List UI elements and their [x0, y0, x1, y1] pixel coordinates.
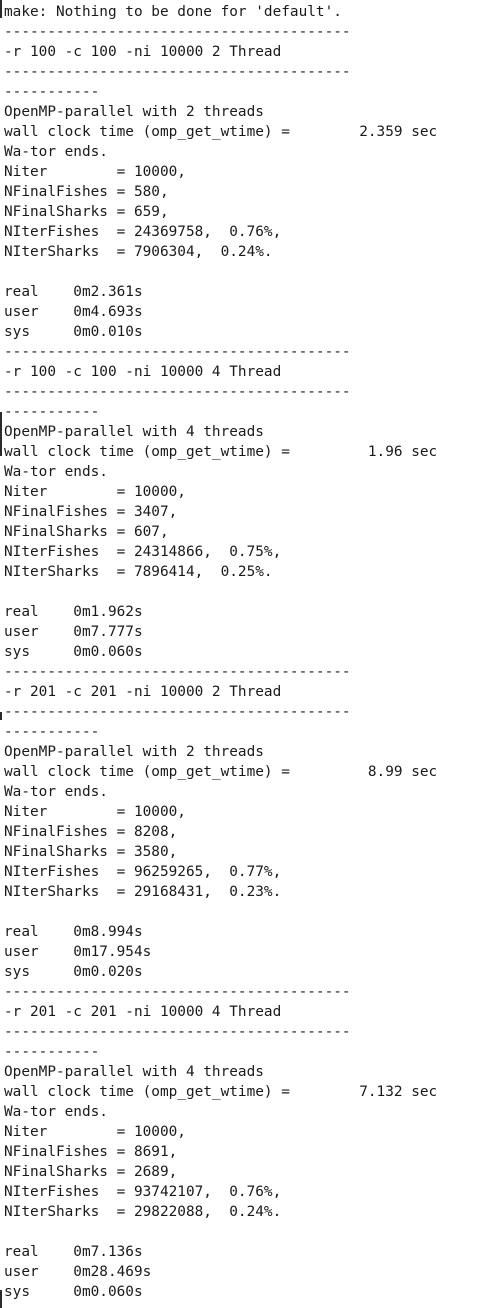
- terminal-line: NIterFishes = 93742107, 0.76%,: [4, 1184, 282, 1200]
- terminal-line: -----------: [4, 404, 100, 420]
- terminal-line: sys 0m0.010s: [4, 324, 143, 340]
- terminal-line: ----------------------------------------: [4, 664, 351, 680]
- terminal-line: NFinalFishes = 8691,: [4, 1144, 178, 1160]
- terminal-line: NFinalSharks = 3580,: [4, 844, 178, 860]
- terminal-line: ----------------------------------------: [4, 344, 351, 360]
- terminal-line: ----------------------------------------: [4, 24, 351, 40]
- terminal-line: OpenMP-parallel with 2 threads: [4, 744, 264, 760]
- terminal-line: Wa-tor ends.: [4, 464, 108, 480]
- terminal-line: real 0m2.361s: [4, 284, 143, 300]
- terminal-line: Wa-tor ends.: [4, 144, 108, 160]
- selection-marker: [0, 1290, 2, 1308]
- terminal-line: real 0m8.994s: [4, 924, 143, 940]
- terminal-line: -----------: [4, 84, 100, 100]
- terminal-line: -r 100 -c 100 -ni 10000 4 Thread: [4, 364, 282, 380]
- terminal-line: Wa-tor ends.: [4, 784, 108, 800]
- terminal-line: -----------: [4, 1044, 100, 1060]
- terminal-window[interactable]: make: Nothing to be done for 'default'. -…: [0, 0, 491, 1308]
- terminal-line: OpenMP-parallel with 2 threads: [4, 104, 264, 120]
- terminal-output: make: Nothing to be done for 'default'. -…: [4, 2, 491, 1302]
- terminal-line: NIterSharks = 7896414, 0.25%.: [4, 564, 273, 580]
- terminal-line: real 0m7.136s: [4, 1244, 143, 1260]
- terminal-line: ----------------------------------------: [4, 704, 351, 720]
- terminal-line: NFinalSharks = 659,: [4, 204, 169, 220]
- terminal-line: -r 201 -c 201 -ni 10000 2 Thread: [4, 684, 282, 700]
- terminal-line: sys 0m0.060s: [4, 644, 143, 660]
- terminal-line: -r 100 -c 100 -ni 10000 2 Thread: [4, 44, 282, 60]
- selection-marker: [0, 712, 2, 720]
- terminal-line: ----------------------------------------: [4, 1024, 351, 1040]
- terminal-line: user 0m17.954s: [4, 944, 152, 960]
- clipped-prompt-line: [4, 1302, 364, 1308]
- terminal-line: user 0m7.777s: [4, 624, 143, 640]
- terminal-line: wall clock time (omp_get_wtime) = 1.96 s…: [4, 444, 438, 460]
- terminal-line: Niter = 10000,: [4, 804, 186, 820]
- terminal-line: NFinalFishes = 580,: [4, 184, 169, 200]
- terminal-line: NIterFishes = 24314866, 0.75%,: [4, 544, 282, 560]
- selection-marker: [0, 412, 2, 456]
- terminal-line: wall clock time (omp_get_wtime) = 8.99 s…: [4, 764, 438, 780]
- terminal-line: Niter = 10000,: [4, 1124, 186, 1140]
- terminal-line: ----------------------------------------: [4, 984, 351, 1000]
- terminal-line: OpenMP-parallel with 4 threads: [4, 1064, 264, 1080]
- terminal-line: Niter = 10000,: [4, 164, 186, 180]
- terminal-line: NFinalSharks = 607,: [4, 524, 169, 540]
- terminal-line: Wa-tor ends.: [4, 1104, 108, 1120]
- terminal-line: NFinalFishes = 8208,: [4, 824, 178, 840]
- terminal-line: NFinalSharks = 2689,: [4, 1164, 178, 1180]
- terminal-line: ----------------------------------------: [4, 384, 351, 400]
- terminal-line: NIterFishes = 24369758, 0.76%,: [4, 224, 282, 240]
- terminal-line: NIterSharks = 29822088, 0.24%.: [4, 1204, 282, 1220]
- terminal-line: ----------------------------------------: [4, 64, 351, 80]
- terminal-line: user 0m28.469s: [4, 1264, 152, 1280]
- terminal-line: real 0m1.962s: [4, 604, 143, 620]
- terminal-line: sys 0m0.020s: [4, 964, 143, 980]
- terminal-line: NIterSharks = 29168431, 0.23%.: [4, 884, 282, 900]
- terminal-line: wall clock time (omp_get_wtime) = 7.132 …: [4, 1084, 438, 1100]
- terminal-line: make: Nothing to be done for 'default'.: [4, 4, 342, 20]
- terminal-line: NIterFishes = 96259265, 0.77%,: [4, 864, 282, 880]
- selection-marker: [0, 0, 2, 18]
- terminal-line: NIterSharks = 7906304, 0.24%.: [4, 244, 273, 260]
- terminal-line: sys 0m0.060s: [4, 1284, 143, 1300]
- terminal-line: -----------: [4, 724, 100, 740]
- terminal-line: OpenMP-parallel with 4 threads: [4, 424, 264, 440]
- terminal-line: wall clock time (omp_get_wtime) = 2.359 …: [4, 124, 438, 140]
- terminal-line: -r 201 -c 201 -ni 10000 4 Thread: [4, 1004, 282, 1020]
- terminal-line: Niter = 10000,: [4, 484, 186, 500]
- terminal-line: NFinalFishes = 3407,: [4, 504, 178, 520]
- terminal-line: user 0m4.693s: [4, 304, 143, 320]
